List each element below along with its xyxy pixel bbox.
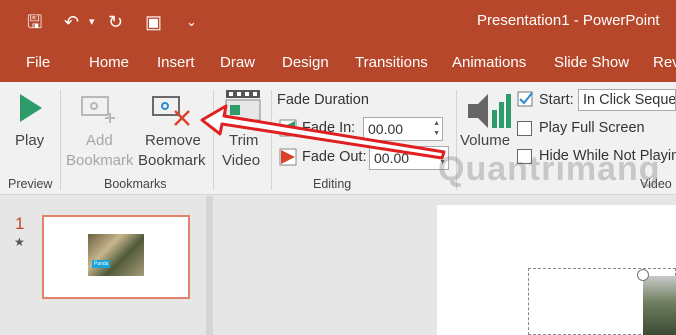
rotate-handle[interactable] [637, 269, 649, 281]
play-icon[interactable] [18, 92, 44, 124]
group-label-bookmarks: Bookmarks [104, 177, 167, 191]
add-bookmark-icon [81, 96, 115, 123]
watermark: Quantrimang [438, 150, 661, 188]
start-label: Start: [539, 92, 574, 108]
present-from-start-icon[interactable]: ▣ [145, 10, 162, 34]
panel-splitter[interactable] [206, 196, 213, 335]
start-dropdown[interactable]: In Click Sequence [578, 89, 676, 111]
group-divider [60, 90, 61, 190]
thumbnail-video-image: Panda [88, 234, 144, 276]
group-label-editing: Editing [313, 177, 352, 191]
add-bookmark-label-2: Bookmark [66, 152, 134, 169]
slide-number: 1 [15, 214, 25, 233]
remove-bookmark-icon[interactable] [151, 95, 195, 127]
add-bookmark-label-1: Add [86, 132, 113, 149]
tab-review[interactable]: Rev [653, 54, 676, 71]
play-button[interactable]: Play [15, 131, 44, 151]
volume-button[interactable]: Volume [460, 131, 510, 151]
save-icon[interactable]: 🖫 [27, 10, 42, 34]
play-full-screen-label[interactable]: Play Full Screen [539, 120, 645, 136]
tab-home[interactable]: Home [89, 54, 129, 71]
title-bar: 🖫 ↶ ▾ ↻ ▣ ⌄ Presentation1 - PowerPoint [0, 0, 676, 44]
tab-draw[interactable]: Draw [220, 54, 255, 71]
animation-star-icon: ★ [14, 235, 25, 249]
undo-dropdown-icon[interactable]: ▾ [89, 10, 95, 34]
tab-transitions[interactable]: Transitions [355, 54, 428, 71]
ribbon-tabs: File Home Insert Draw Design Transitions… [0, 44, 676, 82]
group-label-preview: Preview [8, 177, 53, 191]
tab-animations[interactable]: Animations [452, 54, 526, 71]
undo-icon[interactable]: ↶ [64, 10, 79, 34]
slide-thumbnail[interactable]: Panda [42, 215, 190, 299]
tab-file[interactable]: File [26, 54, 50, 71]
window-title: Presentation1 - PowerPoint [477, 12, 660, 29]
remove-bookmark-label-1[interactable]: Remove [145, 131, 201, 151]
repeat-icon[interactable]: ↻ [108, 10, 123, 34]
customize-toolbar-icon[interactable]: ⌄ [186, 10, 197, 34]
tab-design[interactable]: Design [282, 54, 329, 71]
tab-slide-show[interactable]: Slide Show [554, 54, 629, 71]
annotation-arrow-icon [200, 104, 446, 160]
start-icon [517, 91, 533, 107]
play-full-screen-checkbox[interactable] [517, 121, 532, 136]
video-frame[interactable] [643, 276, 676, 335]
thumbnail-tag: Panda [92, 260, 111, 268]
volume-icon[interactable] [464, 90, 512, 132]
tab-insert[interactable]: Insert [157, 54, 195, 71]
